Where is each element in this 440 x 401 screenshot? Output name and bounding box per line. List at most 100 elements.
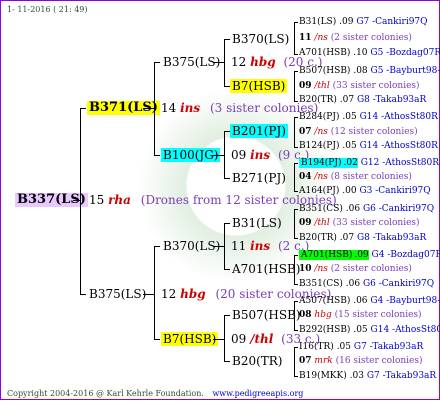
- info: (33 sister colonies): [332, 81, 420, 91]
- info: (2 sister colonies): [330, 264, 412, 274]
- root-num: 15: [89, 193, 105, 207]
- gen4-queen-row[interactable]: A164(PJ) .00 G3 -Cankiri97Q: [299, 186, 431, 197]
- gen4-queen-row[interactable]: B19(MKK) .03 G7 -Takab93aR: [299, 371, 436, 382]
- queen-code: .00: [342, 186, 357, 196]
- queen-location: G5 -Bozdag07R: [370, 48, 440, 58]
- gen4-queen-row[interactable]: B20(TR) .07 G8 -Takab93aR: [299, 233, 426, 244]
- header-date: 1- 11-2016 ( 21: 49): [7, 5, 88, 14]
- num: 12: [231, 55, 247, 69]
- connector: [80, 294, 86, 295]
- queen-location: G12 -AthosSt80R: [360, 158, 440, 168]
- gen4-queen-row[interactable]: A507(HSB) .06 G4 -Bayburt98-3: [299, 296, 440, 307]
- gen3-queen-6[interactable]: B507(HSB): [230, 308, 303, 322]
- connector: [154, 246, 160, 247]
- queen-code: .07: [339, 233, 355, 243]
- queen-code: .09: [354, 250, 369, 260]
- queen-location: G7 -Cankiri97Q: [356, 17, 428, 27]
- gen4-queen-row[interactable]: B292(HSB) .05 G14 -AthosSt80R: [299, 325, 440, 336]
- gen4-drone-row: 07 mrk (16 sister colonies): [299, 356, 423, 367]
- num: 12: [161, 287, 177, 301]
- gene: /thl: [314, 81, 330, 91]
- num: 11: [299, 33, 312, 43]
- connector: [294, 330, 298, 331]
- gen4-drone-row: 11 /ns (2 sister colonies): [299, 33, 412, 44]
- connector: [294, 284, 298, 285]
- info: (33 sister colonies): [332, 218, 420, 228]
- queen-location: G14 -AthosSt80R: [359, 141, 438, 151]
- connector: [213, 155, 225, 156]
- gene: /thl: [314, 218, 330, 228]
- queen-name: I16(TR): [299, 342, 334, 352]
- queen-location: G3 -Cankiri97Q: [359, 186, 431, 196]
- gen3-queen-5[interactable]: A701(HSB): [230, 262, 302, 276]
- queen-code: .05: [353, 325, 368, 335]
- queen-code: .06: [353, 296, 368, 306]
- gen4-queen-row[interactable]: B20(TR) .07 G8 -Takab93aR: [299, 95, 426, 106]
- gen3-queen-3[interactable]: B271(PJ): [230, 171, 288, 185]
- gen3-queen-2[interactable]: B201(PJ): [230, 124, 288, 138]
- gen4-queen-row[interactable]: B507(HSB) .08 G5 -Bayburt98-3: [299, 66, 440, 77]
- queen-location: G4 -Bayburt98-3: [370, 296, 440, 306]
- queen-location: G14 -AthosSt80R: [370, 325, 440, 335]
- num: 09: [299, 81, 312, 91]
- gene: /ns: [314, 172, 328, 182]
- gen1-drone-line-0: 14 ins (3 sister colonies): [161, 101, 318, 115]
- pedigree-frame: 1- 11-2016 ( 21: 49) B337(LS) 15 rha (Dr…: [0, 0, 440, 400]
- connector: [73, 200, 81, 201]
- connector: [294, 147, 298, 148]
- queen-name: B124(PJ): [299, 141, 340, 151]
- queen-location: G5 -Bayburt98-3: [370, 66, 440, 76]
- gene: hbg: [250, 55, 276, 69]
- gene: /ns: [314, 33, 328, 43]
- num: 10: [299, 264, 312, 274]
- gen3-queen-4[interactable]: B31(LS): [230, 216, 284, 230]
- queen-location: G8 -Takab93aR: [356, 233, 427, 243]
- queen-location: G6 -Cankiri97Q: [362, 279, 435, 289]
- num: 07: [299, 127, 312, 137]
- num: 07: [299, 356, 312, 366]
- gene: /ns: [314, 127, 328, 137]
- gen3-queen-0[interactable]: B370(LS): [230, 32, 291, 46]
- gen4-queen-row[interactable]: B351(CS) .06 G6 -Cankiri97Q: [299, 204, 434, 215]
- connector: [154, 246, 155, 339]
- queen-name: A164(PJ): [299, 186, 340, 196]
- queen-name: B284(PJ): [299, 112, 340, 122]
- connector: [294, 347, 298, 348]
- queen-code: .05: [342, 141, 357, 151]
- gen4-queen-row[interactable]: I16(TR) .05 G7 -Takab93aR: [299, 342, 423, 353]
- num: 09: [299, 218, 312, 228]
- connector: [154, 62, 160, 63]
- queen-code: .05: [336, 342, 352, 352]
- site-link[interactable]: www.pedigreeapis.org: [212, 389, 303, 398]
- queen-code: .09: [339, 17, 354, 27]
- footer-copyright: Copyright 2004-2016 @ Karl Kehrle Founda…: [7, 387, 303, 401]
- gen4-queen-row[interactable]: A701(HSB) .10 G5 -Bozdag07R: [299, 48, 440, 59]
- info: (12 sister colonies): [330, 127, 418, 137]
- connector: [294, 163, 295, 191]
- queen-name: B351(CS): [299, 279, 343, 289]
- connector: [294, 163, 298, 164]
- queen-code: .06: [345, 279, 361, 289]
- gen2-queen-3[interactable]: B7(HSB): [161, 332, 219, 346]
- gen1-queen-1[interactable]: B375(LS): [87, 287, 148, 301]
- num: 08: [299, 310, 312, 320]
- gen4-queen-row[interactable]: A701(HSB) .09 G4 -Bozdag07R: [299, 250, 440, 261]
- connector: [294, 255, 295, 284]
- queen-code: .03: [349, 371, 364, 381]
- gen4-queen-row[interactable]: B31(LS) .09 G7 -Cankiri97Q: [299, 17, 428, 28]
- connector: [294, 301, 298, 302]
- info: (15 sister colonies): [334, 310, 422, 320]
- queen-code: .10: [353, 48, 368, 58]
- gen4-queen-row[interactable]: B351(CS) .06 G6 -Cankiri97Q: [299, 279, 434, 290]
- gen4-queen-row[interactable]: B284(PJ) .05 G14 -AthosSt80R: [299, 112, 438, 123]
- gen4-queen-row[interactable]: B194(PJ) .02 G12 -AthosSt80R: [299, 158, 439, 169]
- gen4-queen-row[interactable]: B124(PJ) .05 G14 -AthosSt80R: [299, 141, 438, 152]
- info: (2 sister colonies): [330, 33, 412, 43]
- connector: [294, 71, 298, 72]
- gen2-queen-1[interactable]: B100(JG): [161, 148, 221, 162]
- queen-location: G8 -Takab93aR: [356, 95, 427, 105]
- queen-code: .06: [345, 204, 361, 214]
- gen3-queen-7[interactable]: B20(TR): [230, 354, 285, 368]
- gen3-queen-1[interactable]: B7(HSB): [230, 79, 288, 93]
- queen-name: B20(TR): [299, 95, 337, 105]
